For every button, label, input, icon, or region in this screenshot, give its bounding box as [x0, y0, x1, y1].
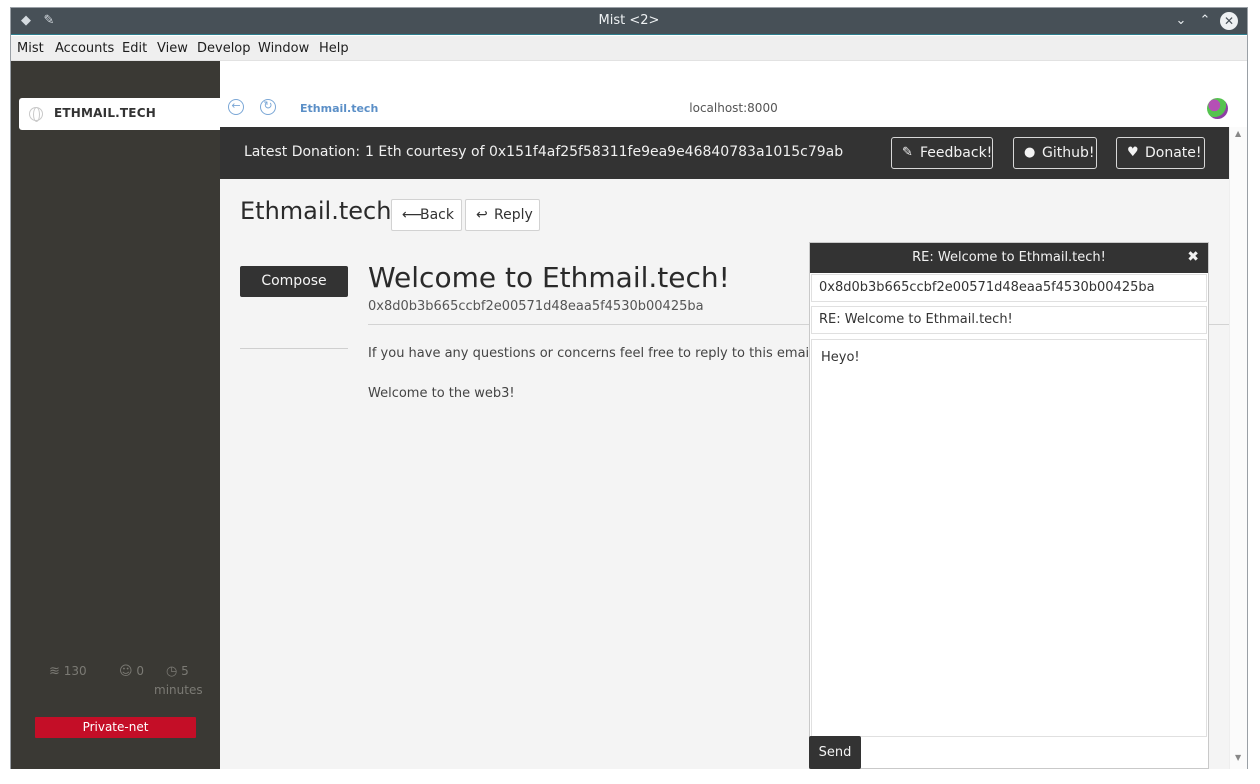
sidebar: ETHMAIL.TECH ≋ 130 ☺ 0 ◷ 5 minutes Priva…	[11, 61, 220, 769]
edit-icon: ✎	[902, 145, 913, 160]
reply-panel: RE: Welcome to Ethmail.tech! ✖ 0x8d0b3b6…	[809, 242, 1209, 769]
menu-accounts[interactable]: Accounts	[55, 41, 114, 56]
last-block-time-unit: minutes	[154, 683, 203, 697]
close-window-button[interactable]: ✕	[1220, 12, 1238, 30]
peer-count: ☺ 0	[119, 664, 145, 679]
donate-button[interactable]: ♥ Donate!	[1116, 137, 1205, 169]
globe-icon	[29, 107, 43, 122]
github-icon: ●	[1024, 145, 1036, 160]
menu-bar: Mist Accounts Edit View Develop Window H…	[11, 36, 1247, 61]
arrow-left-icon: ⟵	[402, 207, 423, 223]
message-body-textarea[interactable]: Heyo!	[811, 339, 1207, 737]
feedback-button[interactable]: ✎ Feedback!	[891, 137, 993, 169]
close-icon[interactable]: ✖	[1187, 249, 1199, 265]
maximize-button[interactable]: ⌃	[1196, 12, 1214, 30]
reply-panel-header: RE: Welcome to Ethmail.tech! ✖	[810, 243, 1208, 273]
reply-panel-title: RE: Welcome to Ethmail.tech!	[912, 250, 1106, 265]
reply-button[interactable]: ↩ Reply	[465, 199, 540, 231]
divider	[240, 348, 348, 349]
menu-edit[interactable]: Edit	[122, 41, 147, 56]
minimize-button[interactable]: ⌄	[1172, 12, 1190, 30]
browser-content: ← ↻ Ethmail.tech localhost:8000 Latest D…	[220, 61, 1247, 769]
menu-develop[interactable]: Develop	[197, 41, 251, 56]
reply-icon: ↩	[476, 207, 488, 223]
layers-icon: ≋	[49, 664, 60, 679]
url-bar[interactable]: localhost:8000	[220, 101, 1247, 115]
browser-bar: ← ↻ Ethmail.tech localhost:8000	[220, 61, 1247, 127]
recipient-field[interactable]: 0x8d0b3b665ccbf2e00571d48eaa5f4530b00425…	[811, 274, 1207, 302]
menu-help[interactable]: Help	[319, 41, 349, 56]
heart-icon: ♥	[1127, 145, 1139, 160]
mail-subject: Welcome to Ethmail.tech!	[368, 261, 730, 294]
peers-icon: ☺	[119, 664, 133, 679]
menu-view[interactable]: View	[157, 41, 188, 56]
scroll-up-icon[interactable]: ▲	[1235, 129, 1241, 138]
title-bar: ◆ ✎ Mist <2> ⌄ ⌃ ✕	[11, 8, 1247, 35]
send-button[interactable]: Send	[809, 736, 861, 769]
web-page: Latest Donation: 1 Eth courtesy of 0x151…	[220, 127, 1229, 769]
network-badge: Private-net	[35, 717, 196, 738]
mail-sender: 0x8d0b3b665ccbf2e00571d48eaa5f4530b00425…	[368, 299, 704, 314]
menu-mist[interactable]: Mist	[17, 41, 44, 56]
compose-button[interactable]: Compose	[240, 266, 348, 297]
page-scrollbar[interactable]: ▲ ▼	[1229, 127, 1247, 769]
block-count: ≋ 130	[49, 664, 87, 679]
mist-window: ◆ ✎ Mist <2> ⌄ ⌃ ✕ Mist Accounts Edit Vi…	[10, 7, 1248, 769]
mail-body-line: Welcome to the web3!	[368, 386, 515, 401]
window-title: Mist <2>	[598, 13, 660, 28]
account-avatar[interactable]	[1207, 98, 1228, 119]
github-button[interactable]: ● Github!	[1013, 137, 1097, 169]
clock-icon: ◷	[166, 664, 178, 679]
app-title: Ethmail.tech	[240, 197, 392, 225]
donation-banner: Latest Donation: 1 Eth courtesy of 0x151…	[220, 127, 1229, 179]
scroll-down-icon[interactable]: ▼	[1235, 753, 1241, 762]
sidebar-tab-ethmail[interactable]: ETHMAIL.TECH	[19, 98, 220, 130]
last-block-time: ◷ 5	[166, 664, 189, 679]
subject-field[interactable]: RE: Welcome to Ethmail.tech!	[811, 306, 1207, 334]
mail-body-line: If you have any questions or concerns fe…	[368, 346, 843, 361]
menu-window[interactable]: Window	[258, 41, 309, 56]
donation-value: 1 Eth courtesy of 0x151f4af25f58311fe9ea…	[365, 144, 844, 160]
sidebar-tab-label: ETHMAIL.TECH	[54, 106, 156, 120]
donation-label: Latest Donation:	[244, 144, 361, 160]
back-button[interactable]: ⟵ Back	[391, 199, 462, 231]
